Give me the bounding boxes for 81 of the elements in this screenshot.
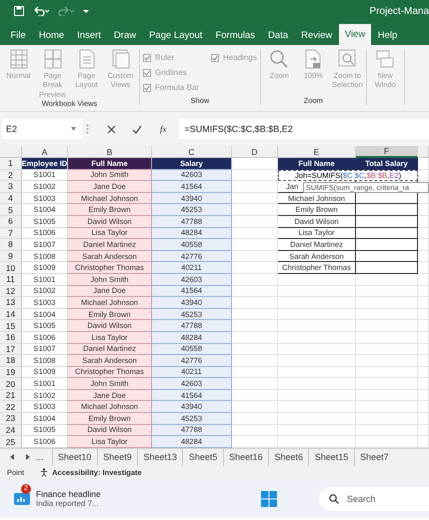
save-icon[interactable] bbox=[14, 6, 24, 16]
ribbon-tab[interactable]: View bbox=[338, 24, 372, 45]
checkbox[interactable] bbox=[143, 54, 151, 62]
checkbox-label: Headings bbox=[223, 53, 257, 62]
row-number[interactable]: 24 bbox=[0, 424, 22, 436]
row-number[interactable]: 23 bbox=[0, 413, 22, 425]
checkbox[interactable] bbox=[143, 68, 151, 76]
caret-icon bbox=[71, 127, 76, 131]
row-number[interactable]: 16 bbox=[0, 332, 22, 344]
undo-icon[interactable] bbox=[33, 6, 49, 16]
ribbon-tab[interactable]: Draw bbox=[107, 26, 143, 45]
grip-icon bbox=[86, 124, 89, 134]
column-header[interactable]: B bbox=[68, 146, 152, 158]
news-text[interactable]: India reported 7... bbox=[36, 499, 101, 508]
row-number[interactable]: 4 bbox=[0, 192, 22, 204]
grid-icon bbox=[10, 49, 28, 69]
next-sheet-icon[interactable] bbox=[25, 454, 30, 460]
search-field[interactable]: Search bbox=[319, 486, 429, 511]
checkbox-label: Ruler bbox=[155, 53, 174, 62]
row-number[interactable]: 10 bbox=[0, 262, 22, 274]
customize-caret-icon[interactable] bbox=[83, 8, 89, 14]
row-number[interactable]: 7 bbox=[0, 228, 22, 240]
row-number[interactable]: 9 bbox=[0, 250, 22, 262]
row-number[interactable]: 5 bbox=[0, 204, 22, 216]
select-all-corner[interactable] bbox=[0, 146, 22, 158]
row-number[interactable]: 12 bbox=[0, 286, 22, 298]
chart-widget-icon[interactable] bbox=[14, 492, 30, 505]
row-number[interactable]: 11 bbox=[0, 274, 22, 286]
row-number[interactable]: 8 bbox=[0, 239, 22, 251]
row-number[interactable]: 6 bbox=[0, 216, 22, 228]
ribbon-tab[interactable]: Help bbox=[371, 26, 404, 45]
row-number[interactable]: 17 bbox=[0, 344, 22, 356]
page-zoom-icon bbox=[305, 49, 322, 69]
column-header[interactable]: F bbox=[356, 146, 418, 158]
row-number[interactable]: 22 bbox=[0, 401, 22, 414]
column-header[interactable]: A bbox=[22, 146, 68, 158]
formula-input[interactable]: =SUMIFS($C:$C,$B:$B,E2 bbox=[178, 119, 429, 139]
row-number[interactable]: 3 bbox=[0, 181, 22, 193]
column-header[interactable]: E bbox=[278, 146, 356, 158]
check-icon[interactable] bbox=[132, 124, 142, 134]
news-title[interactable]: Finance headline bbox=[36, 489, 101, 500]
window-title: Project-Mana bbox=[370, 6, 429, 16]
ribbon-tab[interactable]: Insert bbox=[70, 26, 108, 45]
windows-logo-icon[interactable] bbox=[260, 490, 277, 507]
ribbon-tab[interactable]: Data bbox=[262, 26, 295, 45]
column-header[interactable]: D bbox=[232, 146, 278, 158]
cancel-icon[interactable] bbox=[107, 124, 116, 134]
row-number[interactable]: 21 bbox=[0, 390, 22, 402]
row-number[interactable]: 20 bbox=[0, 378, 22, 390]
row-number[interactable]: 19 bbox=[0, 366, 22, 378]
more-sheets-button[interactable]: ... bbox=[36, 452, 44, 462]
row-number[interactable]: 14 bbox=[0, 308, 22, 320]
column-header[interactable] bbox=[418, 146, 429, 158]
previous-sheet-icon[interactable] bbox=[10, 454, 15, 460]
search-icon bbox=[329, 494, 339, 504]
name-box[interactable]: E2 bbox=[2, 119, 82, 139]
row-number[interactable]: 15 bbox=[0, 320, 22, 332]
checkbox[interactable] bbox=[143, 84, 151, 92]
zoom-selection-icon bbox=[338, 49, 356, 69]
ribbon-tab[interactable]: Home bbox=[32, 26, 71, 45]
column-header[interactable]: C bbox=[152, 146, 232, 158]
row-number[interactable]: 13 bbox=[0, 297, 22, 309]
checkbox-label: Formula Bar bbox=[155, 83, 200, 92]
ribbon-tab[interactable]: Review bbox=[294, 26, 339, 45]
redo-icon[interactable] bbox=[58, 6, 74, 16]
ribbon-tab[interactable]: Page Layout bbox=[142, 26, 209, 45]
custom-views-icon bbox=[112, 49, 130, 69]
checkbox[interactable] bbox=[211, 54, 220, 62]
page-icon bbox=[78, 49, 94, 69]
row-number[interactable]: 1 bbox=[0, 158, 22, 170]
insert-function-button[interactable]: fx bbox=[160, 124, 166, 134]
row-number[interactable]: 2 bbox=[0, 170, 22, 182]
row-number[interactable]: 25 bbox=[0, 436, 22, 448]
ribbon-tab[interactable]: Formulas bbox=[208, 26, 262, 45]
magnifier-icon bbox=[270, 49, 288, 69]
page-break-icon bbox=[44, 49, 62, 69]
ribbon-tab[interactable]: File bbox=[4, 26, 32, 45]
new-window-icon bbox=[376, 49, 394, 69]
row-number[interactable]: 18 bbox=[0, 355, 22, 367]
accessibility-icon[interactable] bbox=[40, 468, 50, 478]
checkbox-label: Gridlines bbox=[155, 68, 187, 77]
